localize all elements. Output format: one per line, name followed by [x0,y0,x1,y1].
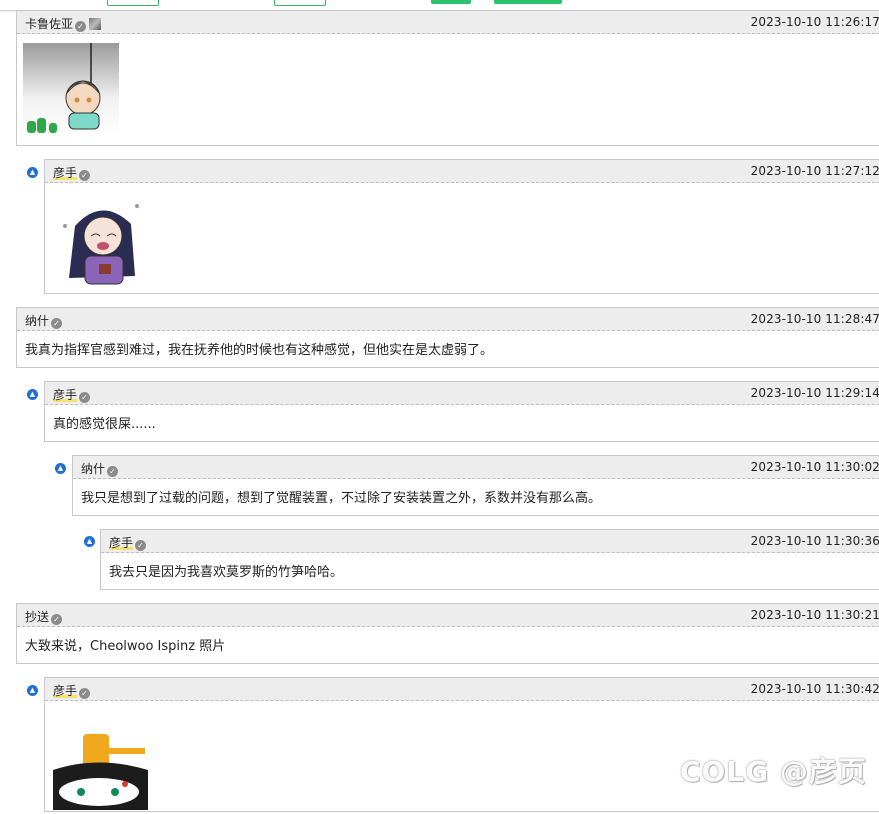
comment-item: 纳什 ✓ 2023-10-10 11:28:47 我真为指挥官感到难过，我在抚养他… [16,307,879,368]
toolbar-button-2[interactable] [274,0,326,6]
comment-body: 我真为指挥官感到难过，我在抚养他的时候也有这种感觉，但他实在是太虚弱了。 [25,343,494,358]
reply-arrow-icon[interactable]: ▲ [84,536,95,547]
verified-badge-icon: ✓ [79,688,91,699]
comment-header: 卡鲁佐亚 ✓ 2023-10-10 11:26:17 [17,11,879,34]
sticker-image [57,196,147,288]
comment-time: 2023-10-10 11:30:36 [750,534,879,548]
comment-author[interactable]: 纳什 ✓ [25,312,63,329]
site-watermark: COLG @彦页 [680,755,867,788]
comment-author[interactable]: 彦手 ✓ [53,682,91,699]
comment-item: 抄送 ✓ 2023-10-10 11:30:21 大致来说，Cheolwoo Is… [16,603,879,664]
comment-time: 2023-10-10 11:27:12 [750,164,879,178]
comment-item: 纳什 ✓ 2023-10-10 11:30:02 我只是想到了过载的问题，想到了觉… [72,455,879,516]
reply-arrow-icon[interactable]: ▲ [27,167,38,178]
comment-item: 彦手 ✓ 2023-10-10 11:27:12 [44,159,879,294]
toolbar-button-1[interactable] [107,0,159,6]
comment-author[interactable]: 抄送 ✓ [25,608,63,625]
sticker-image [53,730,153,810]
comment-header: 彦手 ✓ 2023-10-10 11:30:36 [101,530,879,553]
toolbar-button-4[interactable] [494,0,562,4]
toolbar-button-3[interactable] [431,0,471,4]
verified-badge-icon: ✓ [75,21,87,32]
comment-author[interactable]: 卡鲁佐亚 ✓ [25,15,102,32]
comment-time: 2023-10-10 11:30:42 [750,682,879,696]
sticker-image [23,43,119,137]
verified-badge-icon: ✓ [135,540,147,551]
verified-badge-icon: ✓ [51,318,63,329]
comment-body: 我只是想到了过载的问题，想到了觉醒装置，不过除了安装装置之外，系数并没有那么高。 [81,491,602,506]
comment-time: 2023-10-10 11:30:02 [750,460,879,474]
comment-body: 真的感觉很屎...... [53,417,156,432]
comment-time: 2023-10-10 11:26:17 [750,15,879,29]
verified-badge-icon: ✓ [51,614,63,625]
reply-arrow-icon[interactable]: ▲ [27,685,38,696]
comment-header: 抄送 ✓ 2023-10-10 11:30:21 [17,604,879,627]
reply-arrow-icon[interactable]: ▲ [27,389,38,400]
verified-badge-icon: ✓ [79,170,91,181]
comment-item: 卡鲁佐亚 ✓ 2023-10-10 11:26:17 [16,10,879,146]
comment-time: 2023-10-10 11:29:14 [750,386,879,400]
comment-item: 彦手 ✓ 2023-10-10 11:30:36 我去只是因为我喜欢莫罗斯的竹笋哈… [100,529,879,590]
comment-item: 彦手 ✓ 2023-10-10 11:30:42 [44,677,879,812]
comment-header: 彦手 ✓ 2023-10-10 11:29:14 [45,382,879,405]
comment-time: 2023-10-10 11:28:47 [750,312,879,326]
comment-header: 纳什 ✓ 2023-10-10 11:30:02 [73,456,879,479]
comment-item: 彦手 ✓ 2023-10-10 11:29:14 真的感觉很屎...... [44,381,879,442]
reply-arrow-icon[interactable]: ▲ [55,463,66,474]
comment-author[interactable]: 彦手 ✓ [53,386,91,403]
comment-header: 纳什 ✓ 2023-10-10 11:28:47 [17,308,879,331]
verified-badge-icon: ✓ [79,392,91,403]
verified-badge-icon: ✓ [107,466,119,477]
comment-author[interactable]: 纳什 ✓ [81,460,119,477]
comment-header: 彦手 ✓ 2023-10-10 11:30:42 [45,678,879,701]
comment-author[interactable]: 彦手 ✓ [53,164,91,181]
comment-body: 大致来说，Cheolwoo Ispinz 照片 [25,639,226,654]
comment-time: 2023-10-10 11:30:21 [750,608,879,622]
comment-header: 彦手 ✓ 2023-10-10 11:27:12 [45,160,879,183]
comment-author[interactable]: 彦手 ✓ [109,534,147,551]
comment-body: 我去只是因为我喜欢莫罗斯的竹笋哈哈。 [109,565,344,580]
mini-avatar-icon [89,18,102,30]
